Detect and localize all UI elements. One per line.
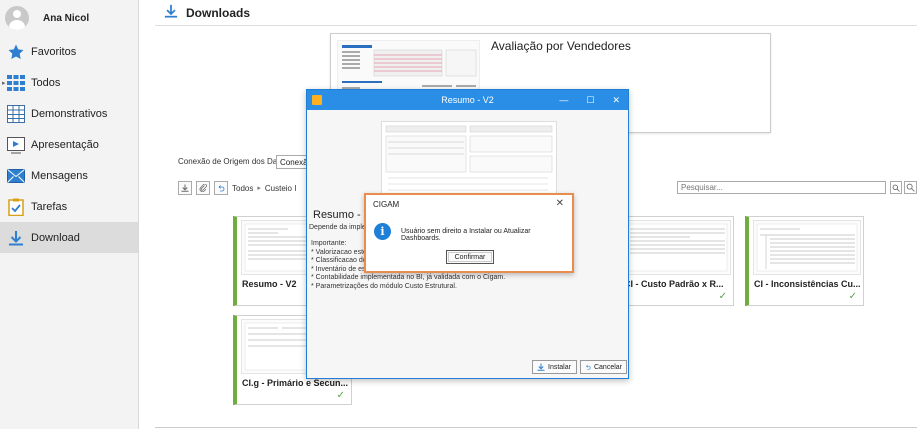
connection-label: Conexão de Origem dos Dados [178, 157, 291, 166]
report-title: Avaliação por Vendedores [491, 39, 631, 53]
download-icon [537, 363, 545, 371]
download-button[interactable] [178, 181, 192, 195]
breadcrumb-current[interactable]: Custeio I [265, 184, 297, 193]
download-icon [6, 229, 26, 247]
minimize-icon[interactable]: — [559, 95, 568, 106]
sidebar-item-label: Download [31, 231, 80, 244]
close-icon[interactable]: ✕ [556, 198, 564, 209]
clipboard-icon [6, 198, 26, 216]
install-label: Instalar [548, 363, 571, 371]
sidebar-item-label: Todos [31, 76, 61, 89]
undo-icon [218, 185, 225, 192]
user-profile[interactable]: Ana Nicol [0, 0, 138, 36]
download-icon [164, 4, 178, 21]
search-icon [892, 184, 900, 192]
connection-select[interactable]: Conexão [276, 155, 308, 169]
undo-icon [586, 364, 591, 370]
page-title: Downloads [186, 5, 251, 20]
mail-icon [6, 167, 26, 185]
search-input[interactable] [677, 181, 886, 194]
clear-filter-icon [906, 183, 915, 192]
sidebar-item-label: Tarefas [31, 200, 68, 213]
sidebar-item-tarefas[interactable]: Tarefas [0, 191, 138, 222]
card-title: CI.g - Primário e Secun... [242, 378, 349, 388]
confirm-button[interactable]: Confirmar [446, 250, 494, 264]
note-line: * Parametrizações do módulo Custo Estrut… [311, 282, 457, 290]
check-icon: ✓ [336, 390, 345, 401]
dashboard-card[interactable]: CI - Custo Padrão x R... ✓ [615, 216, 734, 306]
caret-right-icon[interactable]: ▸ [2, 79, 6, 87]
note-line: * Contabilidade implementada no BI, já v… [311, 274, 506, 281]
user-name: Ana Nicol [43, 12, 90, 24]
sidebar-item-mensagens[interactable]: Mensagens [0, 160, 138, 191]
sidebar-item-label: Demonstrativos [31, 107, 108, 120]
check-icon: ✓ [718, 291, 727, 302]
clear-search-button[interactable] [904, 181, 917, 194]
sidebar-item-favoritos[interactable]: Favoritos [0, 36, 138, 67]
resumo-title-bar[interactable]: Resumo - V2 — ☐ ✕ [307, 90, 628, 110]
resumo-dependency: Depende da implem [309, 224, 372, 231]
info-icon: i [374, 223, 391, 240]
window-controls: — ☐ ✕ [559, 95, 620, 106]
card-title: CI - Custo Padrão x R... [624, 279, 724, 289]
sidebar-item-label: Mensagens [31, 169, 88, 182]
sidebar-item-label: Apresentação [31, 138, 99, 151]
sidebar-item-download[interactable]: Download [0, 222, 138, 253]
page-header: Downloads [155, 0, 917, 26]
install-button[interactable]: Instalar [532, 360, 577, 374]
cigam-dialog: CIGAM ✕ i Usuário sem direito a Instalar… [364, 193, 574, 273]
close-icon[interactable]: ✕ [612, 95, 620, 106]
divider [155, 427, 917, 428]
attach-button[interactable] [196, 181, 210, 195]
presentation-icon [6, 136, 26, 154]
dialog-title: CIGAM [373, 200, 400, 209]
sidebar-item-label: Favoritos [31, 45, 77, 58]
card-thumbnail [623, 220, 731, 275]
sidebar-item-apresentacao[interactable]: Apresentação [0, 129, 138, 160]
download-icon [181, 184, 189, 192]
cancel-button[interactable]: Cancelar [580, 360, 627, 374]
star-icon [6, 43, 26, 61]
cancel-label: Cancelar [593, 363, 622, 371]
resumo-heading: Resumo - V [313, 209, 372, 221]
toolbar: Todos ▸ Custeio I [178, 181, 296, 195]
card-thumbnail [753, 220, 861, 275]
back-button[interactable] [214, 181, 228, 195]
dashboard-card[interactable]: CI - Inconsistências Cu... ✓ [745, 216, 864, 306]
table-icon [6, 104, 26, 123]
sidebar-item-demonstrativos[interactable]: Demonstrativos [0, 98, 138, 129]
maximize-icon[interactable]: ☐ [586, 95, 594, 106]
sidebar: Ana Nicol Favoritos ▸ Todos Demonstrativ… [0, 0, 139, 429]
sidebar-item-todos[interactable]: ▸ Todos [0, 67, 138, 98]
check-icon: ✓ [848, 291, 857, 302]
avatar [5, 6, 29, 30]
card-title: CI - Inconsistências Cu... [754, 279, 861, 289]
breadcrumb-todos[interactable]: Todos [232, 184, 253, 193]
paperclip-icon [199, 184, 207, 192]
search-button[interactable] [890, 181, 902, 194]
chevron-right-icon: ▸ [257, 185, 261, 192]
grid-icon [6, 74, 26, 92]
dialog-message: Usuário sem direito a Instalar ou Atuali… [401, 228, 531, 242]
